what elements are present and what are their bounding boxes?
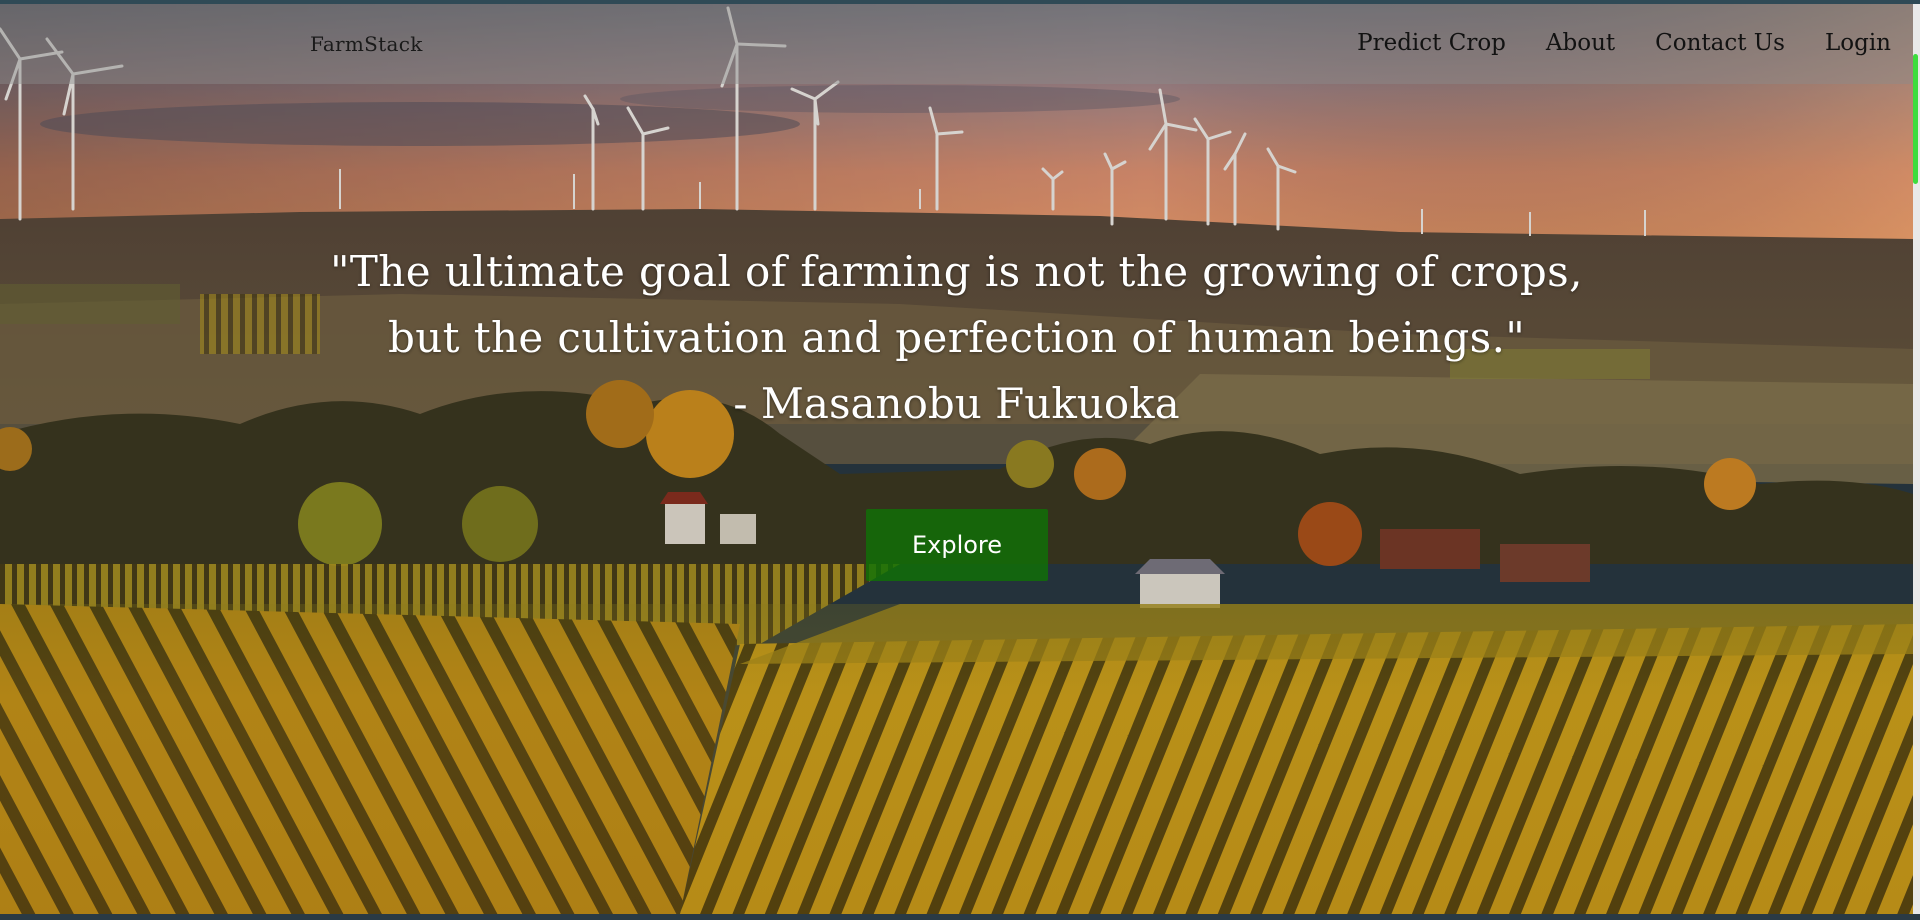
page: FarmStack Predict Crop About Contact Us …	[0, 4, 1913, 914]
page-scrollbar[interactable]	[1913, 4, 1920, 914]
nav-link-about[interactable]: About	[1546, 30, 1615, 56]
scrollbar-thumb[interactable]	[1913, 54, 1918, 184]
nav-link-login[interactable]: Login	[1825, 30, 1891, 56]
brand-logo-text[interactable]: FarmStack	[310, 32, 423, 56]
nav-link-predict-crop[interactable]: Predict Crop	[1357, 30, 1506, 56]
navbar: FarmStack Predict Crop About Contact Us …	[0, 4, 1913, 84]
nav-links: Predict Crop About Contact Us Login	[1357, 30, 1891, 56]
hero-quote: "The ultimate goal of farming is not the…	[0, 239, 1913, 437]
explore-button[interactable]: Explore	[866, 509, 1048, 581]
quote-line-2: but the cultivation and perfection of hu…	[387, 313, 1526, 362]
nav-link-contact-us[interactable]: Contact Us	[1655, 30, 1785, 56]
window-bottom-border	[0, 914, 1920, 920]
quote-author: - Masanobu Fukuoka	[733, 379, 1180, 428]
quote-line-1: "The ultimate goal of farming is not the…	[330, 247, 1583, 296]
hero-background-image	[0, 4, 1913, 914]
